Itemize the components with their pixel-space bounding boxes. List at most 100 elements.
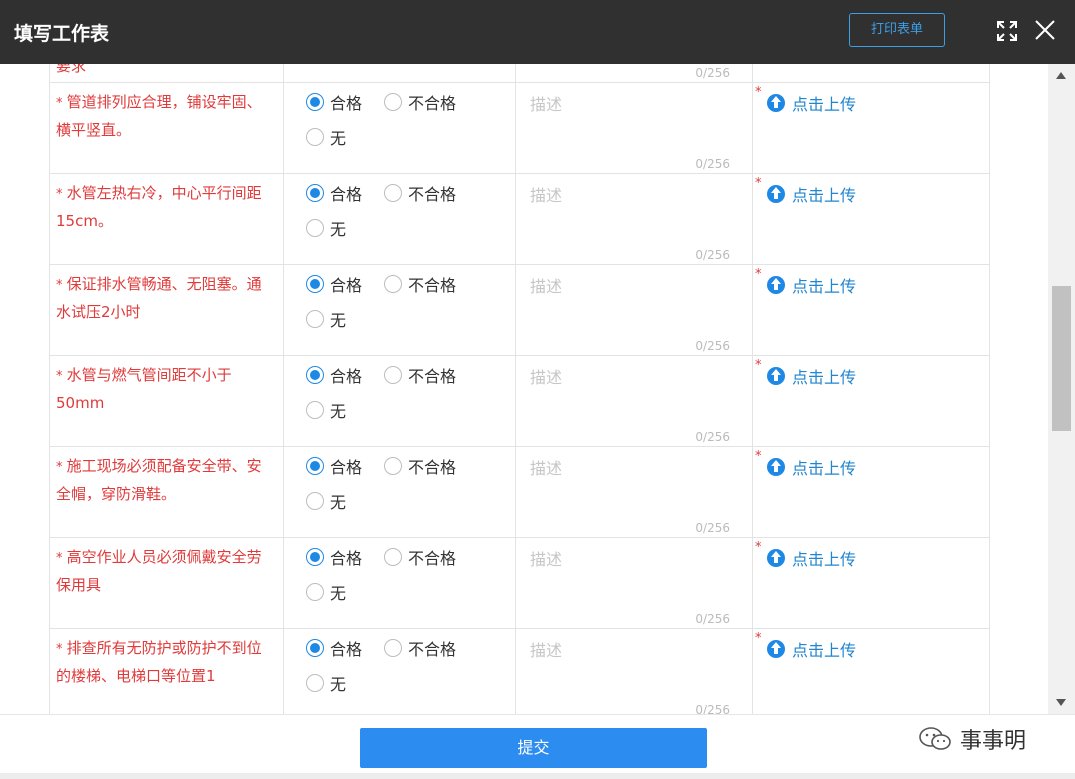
description-cell[interactable]: 描述 0/256 bbox=[515, 265, 752, 355]
table-row: * 排查所有无防护或防护不到位的楼梯、电梯口等位置1 合格 不合格无 描述 0/256 *… bbox=[49, 629, 990, 714]
required-asterisk: * bbox=[56, 96, 67, 111]
radio-label: 无 bbox=[330, 402, 347, 421]
scrollbar-thumb[interactable] bbox=[1052, 286, 1071, 431]
radio-circle-icon[interactable] bbox=[384, 275, 402, 293]
result-cell: 合格 不合格无 bbox=[283, 447, 515, 537]
description-cell[interactable]: 描述 0/256 bbox=[515, 538, 752, 628]
description-input[interactable]: 描述 bbox=[530, 637, 562, 661]
upload-button[interactable]: 点击上传 bbox=[767, 637, 856, 661]
upload-button[interactable]: 点击上传 bbox=[767, 364, 856, 388]
radio-option-2[interactable]: 无 bbox=[306, 307, 346, 331]
radio-option-1[interactable]: 不合格 bbox=[384, 363, 456, 387]
radio-circle-icon[interactable] bbox=[306, 128, 324, 146]
char-counter: 0/256 bbox=[695, 430, 730, 444]
radio-circle-icon[interactable] bbox=[306, 310, 324, 328]
requirement-text: 水管与燃气管间距不小于50mm bbox=[56, 366, 232, 412]
radio-option-1[interactable]: 不合格 bbox=[384, 90, 456, 114]
required-asterisk: * bbox=[56, 460, 67, 475]
radio-option-1[interactable]: 不合格 bbox=[384, 181, 456, 205]
radio-circle-icon[interactable] bbox=[306, 639, 324, 657]
radio-option-2[interactable]: 无 bbox=[306, 671, 346, 695]
dialog-footer: 提交 事事明 bbox=[0, 714, 1075, 779]
requirement-cell: * 高空作业人员必须佩戴安全劳保用具 bbox=[49, 538, 283, 628]
radio-option-0[interactable]: 合格 bbox=[306, 90, 362, 114]
radio-circle-icon[interactable] bbox=[306, 366, 324, 384]
radio-circle-icon[interactable] bbox=[384, 457, 402, 475]
radio-circle-icon[interactable] bbox=[306, 674, 324, 692]
radio-option-1[interactable]: 不合格 bbox=[384, 454, 456, 478]
description-cell[interactable]: 描述 0/256 bbox=[515, 83, 752, 173]
required-asterisk: * bbox=[755, 267, 762, 282]
radio-option-2[interactable]: 无 bbox=[306, 489, 346, 513]
description-cell[interactable]: 描述 0/256 bbox=[515, 356, 752, 446]
radio-circle-icon[interactable] bbox=[384, 548, 402, 566]
radio-circle-icon[interactable] bbox=[306, 275, 324, 293]
radio-option-2[interactable]: 无 bbox=[306, 216, 346, 240]
upload-cell: * 点击上传 bbox=[752, 538, 990, 628]
radio-circle-icon[interactable] bbox=[384, 639, 402, 657]
radio-circle-icon[interactable] bbox=[306, 219, 324, 237]
radio-label: 合格 bbox=[330, 458, 363, 477]
print-form-button[interactable]: 打印表单 bbox=[849, 13, 945, 47]
radio-circle-icon[interactable] bbox=[384, 366, 402, 384]
radio-circle-icon[interactable] bbox=[306, 401, 324, 419]
requirement-text: 保证排水管畅通、无阻塞。通水试压2小时 bbox=[56, 275, 262, 321]
radio-option-0[interactable]: 合格 bbox=[306, 272, 362, 296]
radio-circle-icon[interactable] bbox=[306, 548, 324, 566]
radio-circle-icon[interactable] bbox=[306, 492, 324, 510]
radio-option-2[interactable]: 无 bbox=[306, 125, 346, 149]
description-cell[interactable]: 描述 0/256 bbox=[515, 629, 752, 714]
radio-option-1[interactable]: 不合格 bbox=[384, 545, 456, 569]
radio-circle-icon[interactable] bbox=[306, 457, 324, 475]
radio-label: 不合格 bbox=[408, 185, 457, 204]
requirement-text: 高空作业人员必须佩戴安全劳保用具 bbox=[56, 548, 262, 594]
result-cell: 合格 不合格无 bbox=[283, 174, 515, 264]
scroll-up-arrow-icon[interactable] bbox=[1056, 72, 1066, 79]
radio-circle-icon[interactable] bbox=[384, 93, 402, 111]
dialog-titlebar: 填写工作表 打印表单 bbox=[0, 0, 1075, 64]
upload-button[interactable]: 点击上传 bbox=[767, 91, 856, 115]
radio-circle-icon[interactable] bbox=[306, 583, 324, 601]
radio-option-0[interactable]: 合格 bbox=[306, 545, 362, 569]
upload-button[interactable]: 点击上传 bbox=[767, 546, 856, 570]
radio-option-0[interactable]: 合格 bbox=[306, 363, 362, 387]
radio-label: 合格 bbox=[330, 640, 363, 659]
radio-circle-icon[interactable] bbox=[306, 184, 324, 202]
upload-cell: * 点击上传 bbox=[752, 83, 990, 173]
requirement-text: 施工现场必须配备安全带、安全帽，穿防滑鞋。 bbox=[56, 457, 262, 503]
required-asterisk: * bbox=[755, 176, 762, 191]
vertical-scrollbar[interactable] bbox=[1048, 64, 1075, 714]
fullscreen-icon[interactable] bbox=[996, 20, 1018, 42]
description-input[interactable]: 描述 bbox=[530, 182, 562, 206]
radio-circle-icon[interactable] bbox=[384, 184, 402, 202]
radio-option-0[interactable]: 合格 bbox=[306, 454, 362, 478]
radio-label: 无 bbox=[330, 493, 347, 512]
description-input[interactable]: 描述 bbox=[530, 455, 562, 479]
radio-option-1[interactable]: 不合格 bbox=[384, 272, 456, 296]
scroll-down-arrow-icon[interactable] bbox=[1056, 699, 1066, 706]
radio-option-1[interactable]: 不合格 bbox=[384, 636, 456, 660]
upload-icon bbox=[767, 549, 785, 567]
required-asterisk: * bbox=[56, 278, 67, 293]
radio-option-2[interactable]: 无 bbox=[306, 398, 346, 422]
close-icon[interactable] bbox=[1034, 19, 1056, 41]
description-input[interactable]: 描述 bbox=[530, 273, 562, 297]
required-asterisk: * bbox=[56, 642, 67, 657]
submit-button[interactable]: 提交 bbox=[360, 728, 707, 768]
description-cell[interactable]: 描述 0/256 bbox=[515, 174, 752, 264]
upload-button[interactable]: 点击上传 bbox=[767, 455, 856, 479]
radio-option-0[interactable]: 合格 bbox=[306, 181, 362, 205]
description-cell[interactable]: 描述 0/256 bbox=[515, 447, 752, 537]
char-counter: 0/256 bbox=[695, 339, 730, 353]
description-input[interactable]: 描述 bbox=[530, 546, 562, 570]
description-input[interactable]: 描述 bbox=[530, 364, 562, 388]
required-asterisk: * bbox=[755, 358, 762, 373]
upload-button[interactable]: 点击上传 bbox=[767, 182, 856, 206]
description-input[interactable]: 描述 bbox=[530, 91, 562, 115]
result-radio-group: 合格 不合格无 bbox=[284, 447, 515, 537]
radio-option-2[interactable]: 无 bbox=[306, 580, 346, 604]
radio-circle-icon[interactable] bbox=[306, 93, 324, 111]
radio-option-0[interactable]: 合格 bbox=[306, 636, 362, 660]
upload-button[interactable]: 点击上传 bbox=[767, 273, 856, 297]
result-radio-group: 合格 不合格无 bbox=[284, 356, 515, 446]
